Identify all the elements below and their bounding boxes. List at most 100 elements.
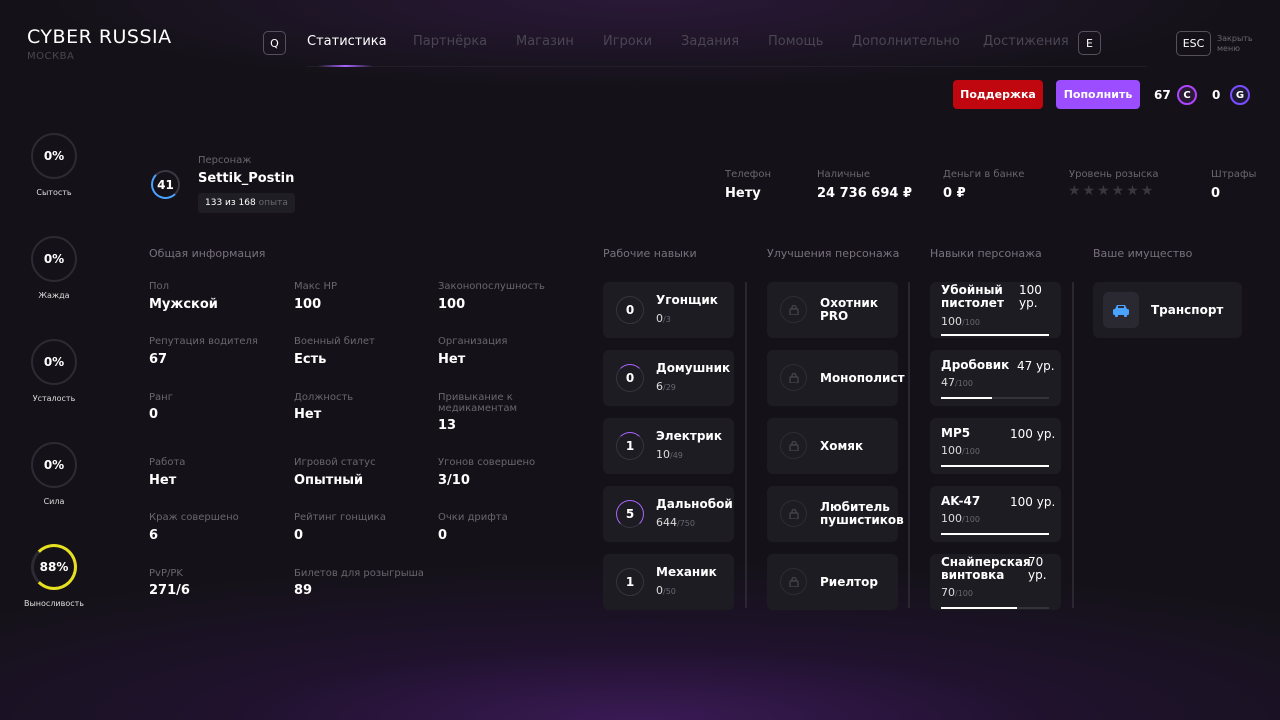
char-skill-card[interactable]: AK-47 100 ур. 100/100 [930,486,1061,542]
upgrade-card[interactable]: Хомяк [767,418,898,474]
support-button[interactable]: Поддержка [953,80,1043,109]
upgrade-card[interactable]: Монополист [767,350,905,406]
fatigue-label: Усталость [32,394,76,403]
tab-additional[interactable]: Дополнительно [852,34,960,49]
progress-current: 100 [941,315,962,328]
skill-progress-bar [941,533,1049,535]
progress-max: /49 [670,451,683,460]
progress-max: /100 [955,379,973,388]
upgrade-card[interactable]: Риелтор [767,554,898,610]
char-skill-level: 70 ур. [1028,555,1047,582]
lock-icon [780,296,807,323]
info-value: 0 [438,528,448,543]
info-value: Есть [294,352,327,367]
upgrade-card[interactable]: Охотник PRO [767,282,898,338]
info-value: 100 [294,297,322,312]
tab-help[interactable]: Помощь [768,34,823,49]
info-label: PvP/PK [149,568,183,579]
work-skill-level: 0 [616,364,644,392]
upgrade-name: Риелтор [820,575,878,589]
info-label: Репутация водителя [149,336,258,347]
prev-tab-key[interactable]: Q [263,31,286,55]
work-skill-progress: 644/750 [656,516,695,529]
character-level-badge: 41 [151,170,180,199]
general-info-title: Общая информация [149,247,266,260]
work-skill-level: 1 [616,568,644,596]
info-label: Пол [149,281,170,292]
work-skill-name: Дальнобой [656,497,733,511]
property-title: Ваше имущество [1093,247,1193,260]
upgrade-card[interactable]: Любитель пушистиков [767,486,904,542]
info-label: Билетов для розыгрыша [294,568,424,579]
wanted-stars: ★★★★★★ [1068,183,1156,199]
char-skill-card[interactable]: MP5 100 ур. 100/100 [930,418,1061,474]
info-value: 271/6 [149,583,190,598]
bank-label: Деньги в банке [943,169,1025,180]
info-value: 67 [149,352,168,367]
char-skill-name: MP5 [941,426,971,440]
char-skill-card[interactable]: Снайперская винтовка 70 ур. 70/100 [930,554,1061,610]
strength-ring: 0% [31,442,77,488]
work-skill-card[interactable]: 1 Механик 0/50 [603,554,734,610]
progress-max: /29 [663,383,676,392]
work-skill-card[interactable]: 1 Электрик 10/49 [603,418,734,474]
work-skill-name: Механик [656,565,717,579]
work-skill-card[interactable]: 0 Угонщик 0/3 [603,282,734,338]
scrollbar[interactable] [1072,282,1074,608]
fatigue-ring: 0% [31,339,77,385]
city-name: МОСКВА [27,51,75,62]
cash-value: 24 736 694 ₽ [817,186,912,201]
progress-max: /100 [955,589,973,598]
hunger-ring: 0% [31,133,77,179]
property-card-transport[interactable]: Транспорт [1093,282,1242,338]
char-skill-name: Убойный пистолет [941,283,1004,310]
char-skill-level: 47 ур. [1017,359,1055,373]
work-skill-name: Угонщик [656,293,718,307]
info-value: 89 [294,583,313,598]
info-label: Очки дрифта [438,512,508,523]
experience-suffix: опыта [258,198,288,208]
info-value: Нет [149,473,177,488]
tab-partners[interactable]: Партнёрка [413,34,487,49]
bank-value: 0 ₽ [943,186,966,201]
stat-thirst: 0% Жажда [14,236,94,300]
info-label: Угонов совершено [438,457,536,468]
thirst-ring: 0% [31,236,77,282]
info-value: Нет [294,407,322,422]
work-skill-level: 1 [616,432,644,460]
close-menu-button[interactable]: ESC [1176,31,1211,56]
work-skill-progress: 10/49 [656,448,683,461]
char-skill-card[interactable]: Дробовик 47 ур. 47/100 [930,350,1061,406]
c-currency-amount: 67 [1154,88,1171,102]
work-skill-level: 5 [616,500,644,528]
fines-value: 0 [1211,186,1221,201]
stat-stamina: 88% Выносливость [14,544,94,608]
tab-statistics[interactable]: Статистика [307,34,387,49]
char-skill-level: 100 ур. [1019,283,1042,310]
nav-divider [307,66,1147,67]
info-label: Работа [149,457,186,468]
tab-tasks[interactable]: Задания [681,34,739,49]
work-skills-title: Рабочие навыки [603,247,697,260]
char-skill-card[interactable]: Убойный пистолет 100 ур. 100/100 [930,282,1061,338]
tab-achievements[interactable]: Достижения [983,34,1069,49]
tab-shop[interactable]: Магазин [516,34,574,49]
topup-button[interactable]: Пополнить [1056,80,1140,109]
progress-current: 100 [941,512,962,525]
progress-max: /50 [663,587,676,596]
work-skill-name: Домушник [656,361,731,375]
info-value: 13 [438,418,457,433]
phone-value: Нету [725,186,761,201]
info-value: 100 [438,297,466,312]
next-tab-key[interactable]: E [1078,31,1101,55]
char-skill-name: Дробовик [941,358,1010,372]
game-logo: CYBER RUSSIA [27,26,172,48]
work-skill-card[interactable]: 5 Дальнобой 644/750 [603,486,734,542]
progress-current: 10 [656,448,670,461]
info-label: Игровой статус [294,457,376,468]
lock-icon [780,364,807,391]
work-skill-card[interactable]: 0 Домушник 6/29 [603,350,734,406]
active-tab-indicator [318,65,373,67]
tab-players[interactable]: Игроки [603,34,652,49]
work-skill-level: 0 [616,296,644,324]
